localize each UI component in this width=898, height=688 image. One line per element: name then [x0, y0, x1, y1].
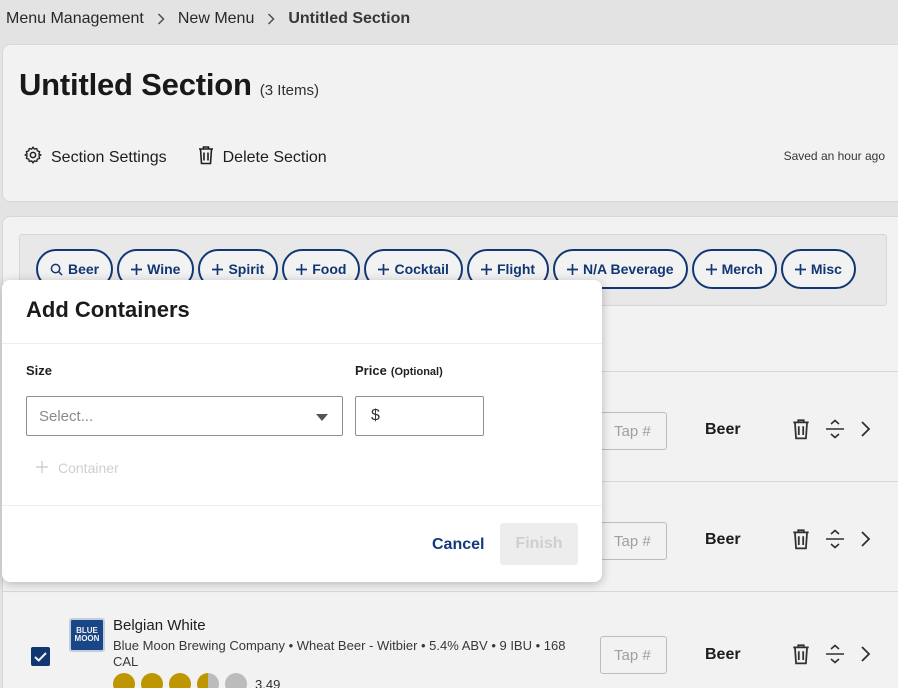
modal-divider: [2, 343, 602, 344]
finish-button[interactable]: Finish: [500, 523, 578, 565]
modal-divider: [2, 505, 602, 506]
add-containers-modal: Add Containers Size Price (Optional) Sele…: [2, 280, 602, 582]
add-container-label: Container: [58, 460, 119, 476]
price-optional-label: (Optional): [390, 366, 443, 378]
price-label: Price (Optional): [355, 363, 443, 378]
price-label-text: Price: [355, 363, 387, 378]
add-container-button[interactable]: Container: [36, 460, 119, 476]
plus-icon: [36, 460, 48, 476]
price-field[interactable]: $: [355, 396, 484, 436]
size-label: Size: [26, 363, 53, 378]
cancel-button[interactable]: Cancel: [432, 536, 484, 554]
size-select[interactable]: Select...: [26, 396, 343, 436]
modal-title: Add Containers: [26, 297, 190, 322]
caret-down-icon: [316, 414, 328, 421]
price-input[interactable]: [385, 407, 476, 425]
currency-symbol: $: [371, 407, 380, 424]
size-select-placeholder: Select...: [39, 407, 94, 425]
